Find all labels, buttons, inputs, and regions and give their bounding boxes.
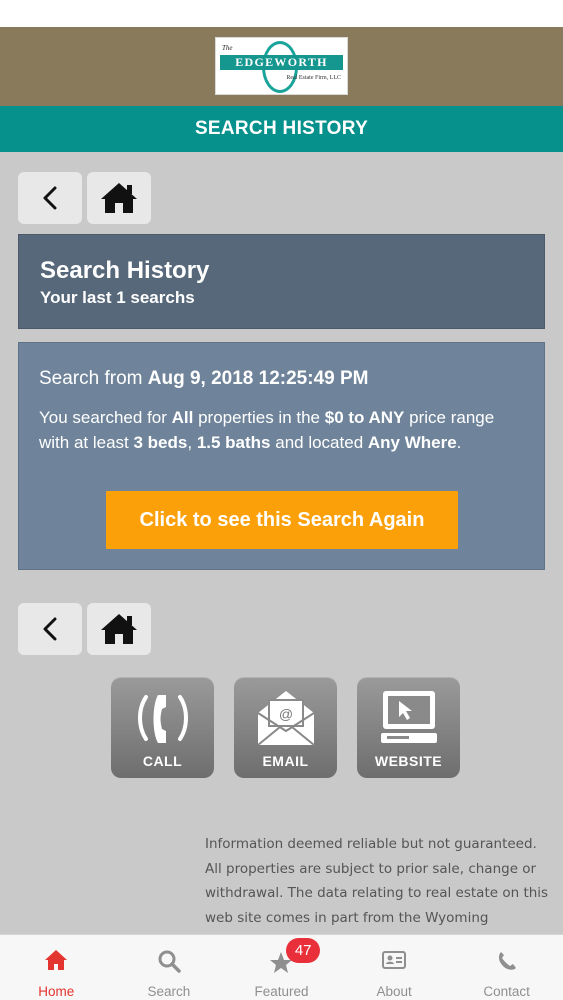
logo-name: EDGEWORTH	[220, 55, 343, 70]
price-range: $0 to ANY	[324, 408, 405, 427]
home-button[interactable]	[87, 603, 151, 655]
brand-bar: The EDGEWORTH Real Estate Firm, LLC	[0, 27, 563, 106]
home-icon	[101, 183, 137, 213]
search-date: Aug 9, 2018 12:25:49 PM	[147, 368, 369, 389]
chevron-left-icon	[43, 186, 57, 210]
bottom-tab-bar: Home Search 47 Featured About Contact	[0, 934, 563, 1000]
desc-text: ,	[187, 433, 197, 452]
website-label: WEBSITE	[374, 753, 443, 769]
tab-featured[interactable]: 47 Featured	[225, 935, 338, 1000]
page-title: SEARCH HISTORY	[0, 106, 563, 152]
computer-icon	[380, 691, 437, 743]
logo-subtitle: Real Estate Firm, LLC	[286, 75, 341, 81]
home-icon	[101, 614, 137, 644]
history-title: Search History	[40, 257, 210, 284]
back-button[interactable]	[18, 603, 82, 655]
history-subtitle: Your last 1 searchs	[40, 288, 195, 307]
phone-icon	[137, 695, 188, 743]
svg-text:@: @	[278, 706, 292, 722]
tab-about-label: About	[376, 984, 412, 999]
tab-home-label: Home	[38, 984, 75, 999]
bottom-nav-row	[18, 603, 151, 655]
logo-the: The	[222, 44, 233, 52]
desc-text: properties in the	[193, 408, 325, 427]
search-date-line: Search from Aug 9, 2018 12:25:49 PM	[39, 365, 524, 393]
email-button[interactable]: @ EMAIL	[234, 677, 337, 778]
featured-count-badge: 47	[286, 938, 321, 963]
phone-handset-icon	[498, 952, 516, 970]
search-history-item: Search from Aug 9, 2018 12:25:49 PM You …	[18, 342, 545, 570]
chevron-left-icon	[43, 617, 57, 641]
search-from-label: Search from	[39, 368, 148, 389]
tab-featured-label: Featured	[254, 984, 309, 999]
contact-buttons: CALL @ EMAIL WEBSITE	[111, 677, 460, 778]
back-button[interactable]	[18, 172, 82, 224]
call-label: CALL	[142, 753, 183, 769]
email-label: EMAIL	[262, 753, 309, 769]
desc-text: You searched for	[39, 408, 172, 427]
status-bar	[0, 0, 563, 27]
disclaimer-text: Information deemed reliable but not guar…	[205, 836, 549, 926]
home-button[interactable]	[87, 172, 151, 224]
tab-contact-label: Contact	[483, 984, 530, 999]
website-button[interactable]: WEBSITE	[357, 677, 460, 778]
tab-home[interactable]: Home	[0, 935, 113, 1000]
tab-about[interactable]: About	[338, 935, 451, 1000]
tab-search[interactable]: Search	[113, 935, 226, 1000]
desc-text: and located	[270, 433, 368, 452]
call-button[interactable]: CALL	[111, 677, 214, 778]
id-card-icon	[382, 951, 407, 969]
envelope-icon: @	[256, 691, 315, 746]
search-icon	[158, 950, 181, 973]
search-description: You searched for All properties in the $…	[39, 405, 509, 455]
tab-contact[interactable]: Contact	[450, 935, 563, 1000]
search-again-button[interactable]: Click to see this Search Again	[106, 491, 458, 549]
property-type: All	[171, 408, 194, 427]
top-nav-row	[18, 172, 151, 224]
edgeworth-logo[interactable]: The EDGEWORTH Real Estate Firm, LLC	[215, 37, 348, 95]
baths-value: 1.5 baths	[196, 433, 271, 452]
location-value: Any Where	[367, 433, 457, 452]
home-icon	[45, 950, 68, 970]
beds-value: 3 beds	[133, 433, 188, 452]
search-history-header: Search History Your last 1 searchs	[18, 234, 545, 329]
tab-search-label: Search	[147, 984, 191, 999]
desc-text: .	[456, 433, 462, 452]
